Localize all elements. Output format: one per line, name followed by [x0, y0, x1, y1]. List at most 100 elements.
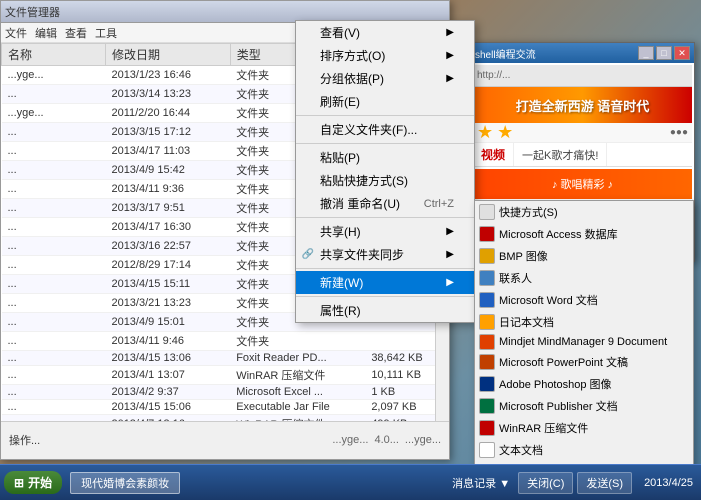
context-menu-item-0[interactable]: 查看(V)▶ — [296, 21, 474, 44]
file-name-cell: ... — [2, 218, 106, 237]
nav-karaoke[interactable]: 一起K歌才痛快! — [514, 143, 607, 166]
context-menu-item-6[interactable]: 粘贴快捷方式(S) — [296, 169, 474, 192]
file-name-cell: ... — [2, 123, 106, 142]
menu-item-label: 属性(R) — [320, 302, 361, 319]
file-name-cell: ... — [2, 332, 106, 351]
send-button[interactable]: 发送(S) — [577, 472, 632, 494]
ppt-icon — [479, 354, 495, 370]
submenu-item-1[interactable]: Microsoft Access 数据库 — [475, 223, 693, 245]
submenu-item-label: Microsoft Word 文档 — [499, 292, 598, 308]
context-menu-item-9[interactable]: 🔗共享文件夹同步▶ — [296, 243, 474, 266]
context-menu: 查看(V)▶排序方式(O)▶ 分组依据(P) ▶ 刷新(E) 自定义文件夹(F)... 粘… — [295, 20, 475, 323]
desktop: 文件管理器 文件 编辑 查看 工具 名称 修改日期 类型 大小 ...yge..… — [0, 0, 701, 500]
submenu-arrow-icon: ▶ — [446, 50, 454, 61]
submenu-item-7[interactable]: Microsoft PowerPoint 文稿 — [475, 351, 693, 373]
taskbar-app-wedding[interactable]: 现代婚博会素颜妆 — [70, 472, 180, 494]
submenu-item-5[interactable]: 日记本文档 — [475, 311, 693, 333]
submenu-arrow-icon: ▶ — [446, 27, 454, 38]
submenu-item-3[interactable]: 联系人 — [475, 267, 693, 289]
star-icon-2: ★ — [497, 122, 513, 143]
shell-title: shell编程交流 — [475, 46, 536, 61]
taskbar-msg-area: 消息记录 ▼ — [448, 475, 514, 491]
file-name-cell: ... — [2, 199, 106, 218]
menu-item-label: 粘贴(P) — [320, 149, 360, 166]
file-name-cell: ... — [2, 415, 106, 422]
file-cell-0: 2013/4/11 9:46 — [105, 332, 230, 351]
submenu-new: 快捷方式(S)Microsoft Access 数据库BMP 图像联系人 Micr… — [474, 200, 694, 500]
context-menu-item-11[interactable]: 属性(R) — [296, 299, 474, 322]
context-menu-item-4[interactable]: 自定义文件夹(F)... — [296, 118, 474, 141]
submenu-item-2[interactable]: BMP 图像 — [475, 245, 693, 267]
nav-karaoke-label: 一起K歌才痛快! — [522, 147, 598, 163]
shell-titlebar: shell编程交流 _ □ ✕ — [471, 43, 694, 63]
file-name-cell: ... — [2, 142, 106, 161]
start-button[interactable]: ⊞ 开始 — [4, 471, 62, 494]
submenu-item-label: 联系人 — [499, 270, 532, 286]
maximize-button[interactable]: □ — [656, 46, 672, 60]
submenu-item-11[interactable]: 文本文档 — [475, 439, 693, 461]
context-menu-item-2[interactable]: 分组依据(P) ▶ — [296, 67, 474, 90]
browser-ad-top: 打造全新西游 语音时代 — [473, 87, 692, 123]
context-menu-item-5[interactable]: 粘贴(P) — [296, 146, 474, 169]
context-menu-item-7[interactable]: 撤消 重命名(U)Ctrl+Z — [296, 192, 474, 215]
msg-record-label[interactable]: 消息记录 ▼ — [452, 475, 510, 491]
file-cell-1: WinRAR 压缩文件 — [230, 366, 365, 385]
context-menu-item-1[interactable]: 排序方式(O)▶ — [296, 44, 474, 67]
table-row[interactable]: ...2013/4/1 13:07WinRAR 压缩文件10,111 KB — [2, 366, 449, 385]
table-row[interactable]: ...2013/4/11 9:46文件夹 — [2, 332, 449, 351]
context-menu-item-10[interactable]: 新建(W)▶ — [296, 271, 474, 294]
browser-status: ●●● — [670, 127, 688, 138]
file-cell-0: 2013/4/15 15:06 — [105, 400, 230, 415]
browser-nav: 视频 一起K歌才痛快! — [473, 143, 692, 167]
file-cell-0: 2012/8/29 17:14 — [105, 256, 230, 275]
menu-item-label: 自定义文件夹(F)... — [320, 121, 417, 138]
table-row[interactable]: ...2013/4/15 15:06Executable Jar File2,0… — [2, 400, 449, 415]
file-cell-0: 2013/4/11 9:36 — [105, 180, 230, 199]
context-menu-item-3[interactable]: 刷新(E) — [296, 90, 474, 113]
word-icon — [479, 292, 495, 308]
prefix-yge: ...yge... — [332, 434, 368, 446]
submenu-item-6[interactable]: Mindjet MindManager 9 Document — [475, 333, 693, 351]
submenu-item-8[interactable]: Adobe Photoshop 图像 — [475, 373, 693, 395]
winrar-icon — [479, 420, 495, 436]
submenu-item-label: Mindjet MindManager 9 Document — [499, 336, 667, 348]
file-cell-0: 2013/4/15 15:11 — [105, 275, 230, 294]
close-button[interactable]: ✕ — [674, 46, 690, 60]
minimize-button[interactable]: _ — [638, 46, 654, 60]
submenu-item-0[interactable]: 快捷方式(S) — [475, 201, 693, 223]
menu-item-label: 分组依据(P) — [320, 70, 384, 87]
file-cell-0: 2013/4/1 13:07 — [105, 366, 230, 385]
file-name-cell: ... — [2, 313, 106, 332]
col-date[interactable]: 修改日期 — [105, 44, 230, 66]
submenu-item-9[interactable]: Microsoft Publisher 文档 — [475, 395, 693, 417]
submenu-item-10[interactable]: WinRAR 压缩文件 — [475, 417, 693, 439]
context-menu-item-8[interactable]: 共享(H)▶ — [296, 220, 474, 243]
table-row[interactable]: ...2013/4/7 13:16WinRAR 压缩文件499 KB — [2, 415, 449, 422]
menu-separator — [296, 268, 474, 269]
menu-item-label: 共享(H) — [320, 223, 361, 240]
txt-icon — [479, 442, 495, 458]
file-name-cell: ... — [2, 180, 106, 199]
submenu-arrow-icon: ▶ — [446, 249, 454, 260]
table-row[interactable]: ...2013/4/2 9:37Microsoft Excel ...1 KB — [2, 385, 449, 400]
file-cell-0: 2013/4/17 16:30 — [105, 218, 230, 237]
col-name[interactable]: 名称 — [2, 44, 106, 66]
menu-separator — [296, 143, 474, 144]
file-name-cell: ... — [2, 400, 106, 415]
nav-video[interactable]: 视频 — [473, 143, 514, 166]
file-cell-0: 2011/2/20 16:44 — [105, 104, 230, 123]
bmp-icon — [479, 248, 495, 264]
file-cell-0: 2013/1/23 16:46 — [105, 66, 230, 85]
browser-icons: ★ ★ ●●● — [473, 123, 692, 143]
suffix-yge: ...yge... — [405, 434, 441, 446]
file-cell-0: 2013/4/15 13:06 — [105, 351, 230, 366]
submenu-item-4[interactable]: Microsoft Word 文档 — [475, 289, 693, 311]
access-icon — [479, 226, 495, 242]
start-label: 开始 — [28, 474, 52, 491]
contact-icon — [479, 270, 495, 286]
submenu-arrow-icon: ▶ — [446, 73, 454, 84]
close-chat-button[interactable]: 关闭(C) — [518, 472, 573, 494]
ad-text: 打造全新西游 语音时代 — [516, 96, 650, 115]
file-name-cell: ... — [2, 294, 106, 313]
table-row[interactable]: ...2013/4/15 13:06Foxit Reader PD...38,6… — [2, 351, 449, 366]
